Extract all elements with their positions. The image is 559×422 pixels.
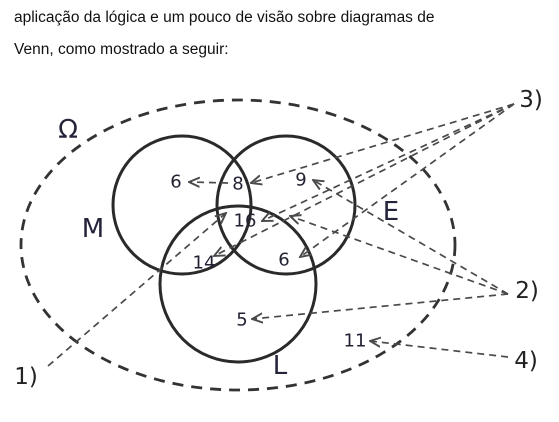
region-outside: 11	[344, 331, 367, 352]
region-m-e-and-l: 16	[234, 211, 257, 232]
region-only-l: 5	[236, 310, 247, 331]
arrow-2-to-5	[252, 293, 509, 319]
universe-label: Ω	[58, 115, 78, 145]
callout-3: 3)	[519, 87, 543, 113]
arrow-4-to-11	[370, 341, 509, 358]
arrow-3-to-6	[300, 103, 515, 257]
region-e-and-l: 6	[278, 250, 289, 271]
region-m-and-l: 14	[193, 253, 216, 274]
arrow-2-to-9	[313, 180, 509, 295]
callout-2: 2)	[515, 278, 539, 304]
region-only-m: 6	[170, 172, 181, 193]
region-only-e: 9	[295, 170, 306, 191]
arrow-2-to-6	[290, 216, 509, 295]
venn-diagram: Ω M E L 1) 2) 3) 4) 6 8 9 16 14 6 5 11	[14, 87, 543, 392]
set-l-label: L	[273, 351, 288, 381]
arrow-from-1	[47, 213, 226, 367]
callout-1: 1)	[14, 364, 38, 390]
region-m-and-e: 8	[232, 174, 243, 195]
callout-4: 4)	[514, 348, 538, 374]
set-m-label: M	[82, 214, 104, 244]
arrow-group	[47, 103, 515, 367]
arrow-8-to-6	[189, 182, 229, 183]
set-e-label: E	[383, 197, 399, 227]
